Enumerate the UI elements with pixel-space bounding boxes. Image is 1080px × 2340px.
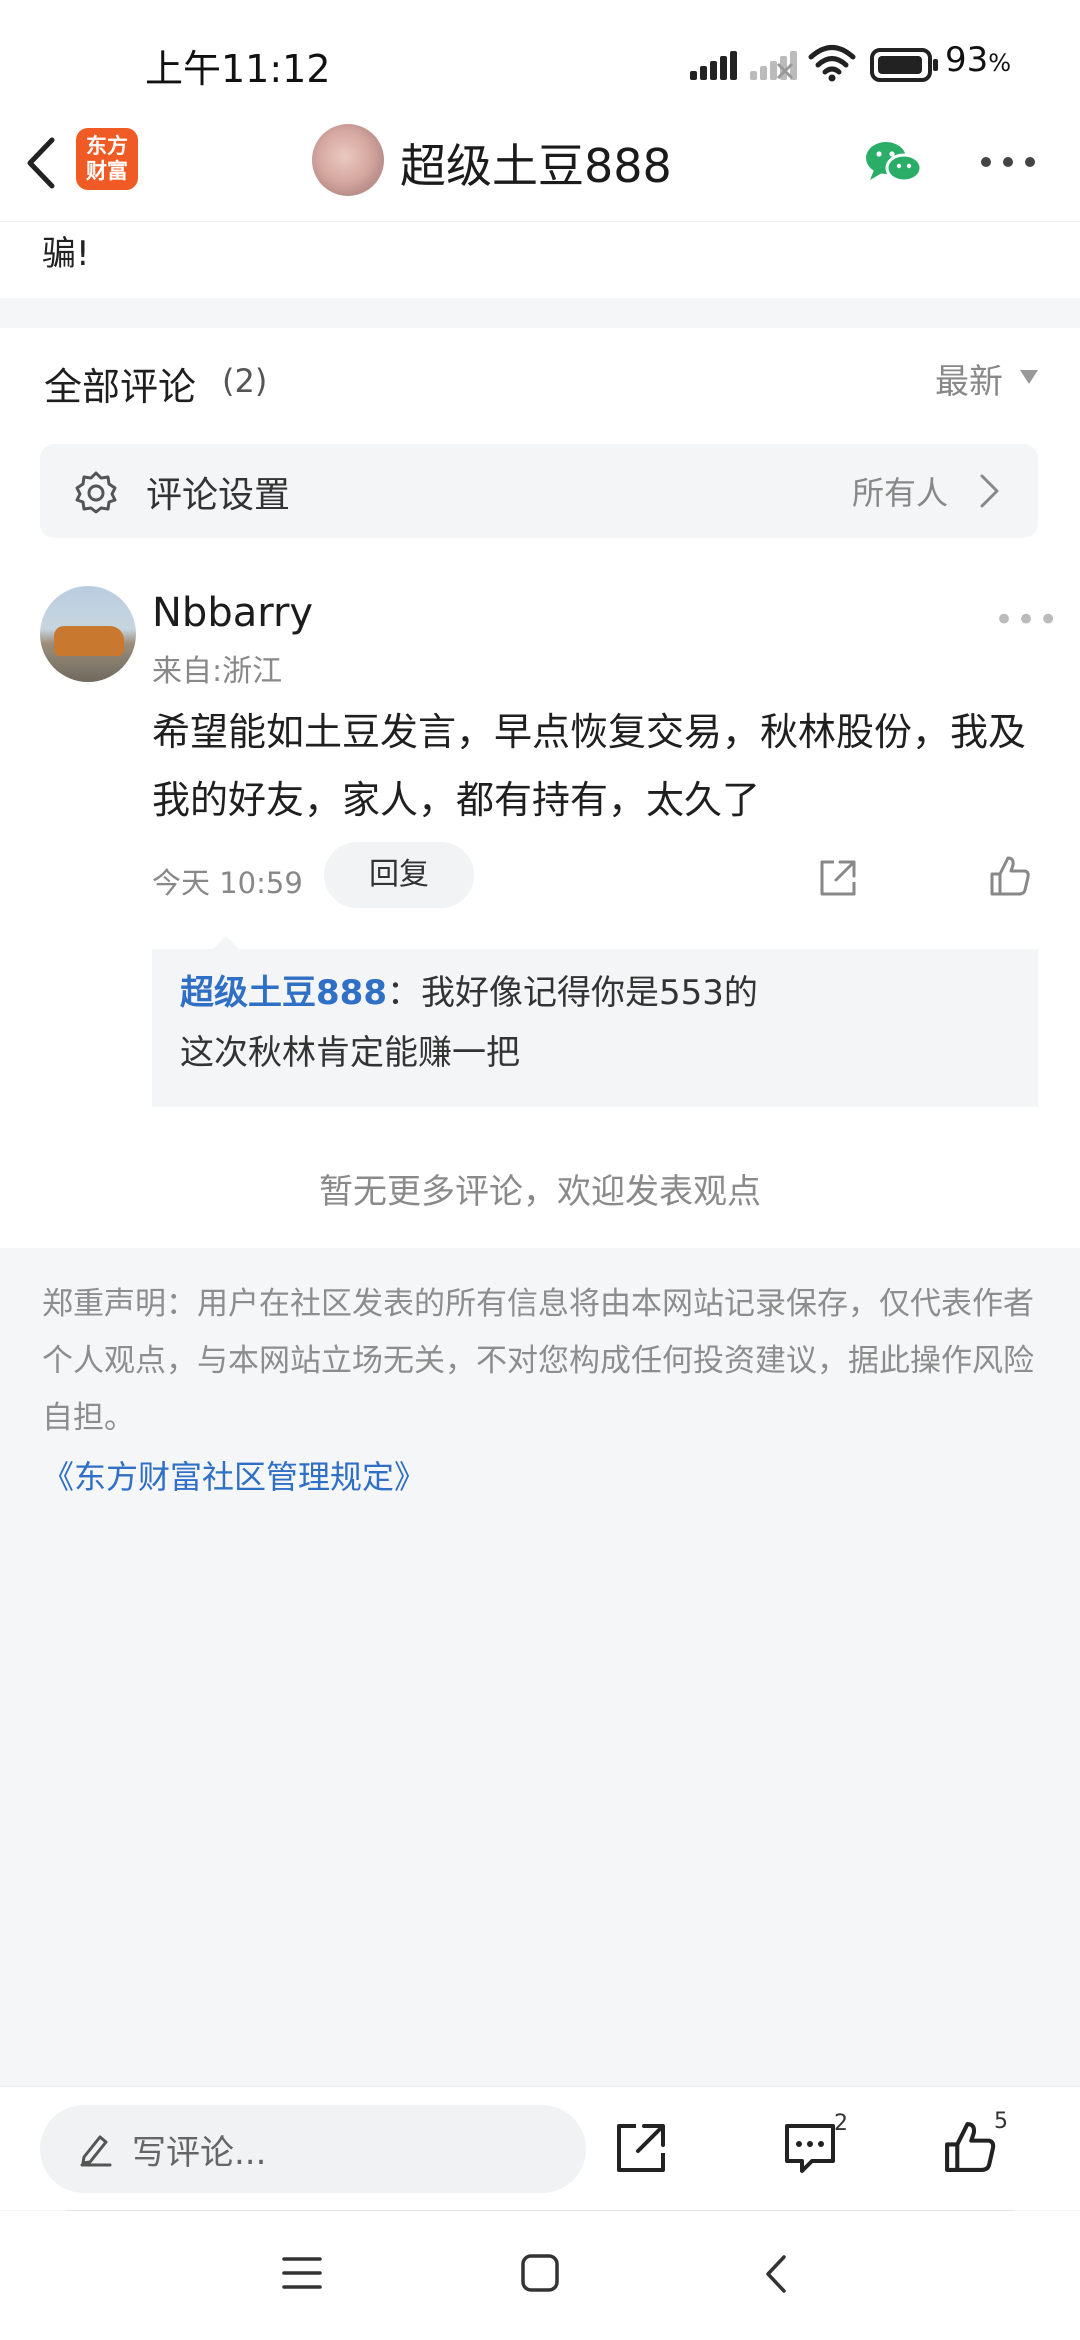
battery-percent: 93%	[945, 40, 1012, 80]
write-comment-input[interactable]: 写评论...	[40, 2105, 586, 2193]
gear-icon	[75, 471, 117, 514]
logo-text-line1: 东方	[86, 134, 128, 158]
reply-pointer	[212, 936, 240, 950]
author-avatar[interactable]	[312, 124, 384, 196]
back-icon[interactable]	[762, 2253, 790, 2295]
no-more-comments: 暂无更多评论，欢迎发表观点	[319, 1172, 761, 1212]
reply-line-2: 这次秋林肯定能赚一把	[180, 1033, 520, 1073]
back-arrow-icon[interactable]	[20, 136, 60, 190]
reply-text-1: 我好像记得你是553的	[420, 973, 758, 1013]
comment-settings-label: 评论设置	[146, 475, 291, 516]
wifi-icon	[808, 45, 856, 82]
sort-dropdown[interactable]: 最新	[935, 354, 1003, 403]
status-time: 上午11:12	[145, 47, 331, 91]
app-logo[interactable]: 东方 财富	[76, 128, 138, 190]
post-text-fragment: 骗!	[42, 234, 90, 274]
disclaimer-text: 郑重声明：用户在社区发表的所有信息将由本网站记录保存，仅代表作者个人观点，与本网…	[42, 1286, 1034, 1436]
comments-title: 全部评论	[44, 365, 197, 409]
menu-icon[interactable]	[282, 2255, 322, 2291]
community-rules-link[interactable]: 《东方财富社区管理规定》	[42, 1452, 426, 1498]
signal-no-service-icon	[750, 50, 797, 80]
reply-separator: ：	[386, 973, 421, 1013]
wechat-icon[interactable]	[864, 138, 924, 188]
bottom-action-bar: 写评论... 2 5	[0, 2086, 1080, 2210]
reply-author[interactable]: 超级土豆888	[180, 973, 387, 1013]
reply-box[interactable]: 超级土豆888：我好像记得你是553的 这次秋林肯定能赚一把	[152, 949, 1038, 1107]
commenter-location: 来自:浙江	[152, 654, 283, 689]
share-icon[interactable]	[614, 2121, 668, 2175]
status-bar: 上午11:12 93%	[0, 0, 1080, 110]
reply-line-1: 超级土豆888：我好像记得你是553的	[180, 965, 758, 1014]
comment-more-icon[interactable]: •••	[994, 600, 1060, 640]
logo-text-line2: 财富	[86, 159, 128, 183]
comment-body: 希望能如土豆发言，早点恢复交易，秋林股份，我及我的好友，家人，都有持有，太久了	[152, 710, 1027, 822]
system-navigation-bar	[0, 2211, 1080, 2340]
write-comment-placeholder: 写评论...	[132, 2133, 267, 2173]
page-title[interactable]: 超级土豆888	[400, 130, 672, 196]
comment-settings-row[interactable]: 评论设置 所有人	[40, 444, 1038, 538]
more-options-icon[interactable]	[980, 154, 1036, 170]
commenter-avatar[interactable]	[40, 586, 136, 682]
signal-icon	[690, 50, 737, 80]
reply-button[interactable]: 回复	[324, 842, 474, 908]
commenter-name[interactable]: Nbbarry	[152, 590, 313, 636]
home-icon[interactable]	[520, 2253, 560, 2293]
pencil-icon	[80, 2135, 112, 2167]
comment-count-badge: 2	[834, 2111, 848, 2136]
thumbs-up-icon[interactable]	[988, 854, 1032, 898]
post-content: 骗!	[0, 222, 1080, 298]
like-count-badge: 5	[994, 2109, 1008, 2134]
comment-bubble-icon[interactable]	[782, 2121, 838, 2175]
comments-section: 全部评论 (2) 最新 评论设置 所有人 Nbbarry 来自:浙江 ••• 希…	[0, 328, 1080, 1248]
chevron-right-icon	[980, 474, 999, 508]
comment-settings-value: 所有人	[852, 474, 949, 512]
battery-icon	[870, 48, 938, 82]
nav-bar: 东方 财富 超级土豆888	[0, 110, 1080, 222]
comment-time: 今天 10:59	[152, 866, 303, 900]
car-image	[54, 626, 124, 656]
caret-down-icon[interactable]	[1020, 370, 1038, 384]
comments-count: (2)	[222, 362, 268, 400]
share-icon[interactable]	[818, 858, 858, 898]
thumbs-up-icon[interactable]	[942, 2119, 998, 2175]
